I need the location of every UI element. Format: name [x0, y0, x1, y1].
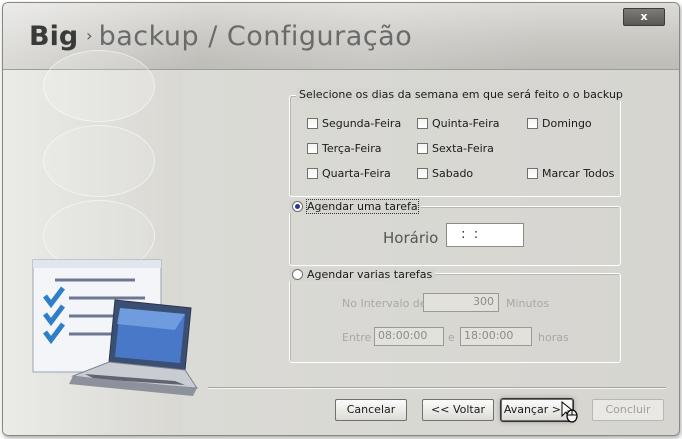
- radio-label: Agendar varias tarefas: [307, 268, 433, 281]
- radio-multi-task[interactable]: Agendar varias tarefas: [289, 268, 436, 281]
- mouse-pointer-icon: [561, 401, 578, 423]
- checkbox-segunda[interactable]: Segunda-Feira: [307, 117, 401, 130]
- radio-button: [292, 269, 303, 280]
- cancel-button[interactable]: Cancelar: [335, 399, 407, 421]
- title-section: backup / Configuração: [98, 21, 413, 52]
- radio-button: [292, 201, 303, 212]
- hours-unit: horas: [538, 331, 569, 344]
- back-button[interactable]: << Voltar: [422, 399, 494, 421]
- checkbox-quarta[interactable]: Quarta-Feira: [307, 167, 391, 180]
- checkbox-box: [417, 168, 428, 179]
- close-button[interactable]: x: [623, 8, 665, 26]
- checkbox-label: Marcar Todos: [542, 167, 615, 180]
- checkbox-box: [307, 118, 318, 129]
- checkbox-label: Sexta-Feira: [432, 142, 494, 155]
- time-label: Horário: [383, 229, 439, 247]
- and-label: e: [448, 331, 455, 344]
- footer-separator: [208, 387, 666, 389]
- checkbox-label: Domingo: [542, 117, 592, 130]
- checkbox-box: [307, 143, 318, 154]
- checkbox-quinta[interactable]: Quinta-Feira: [417, 117, 500, 130]
- checkbox-box: [417, 118, 428, 129]
- finish-button[interactable]: Concluir: [592, 399, 664, 421]
- config-window: Big › backup / Configuração x Selecione os…: [2, 2, 680, 436]
- between-label: Entre: [342, 331, 372, 344]
- multi-task-group: [289, 273, 621, 363]
- checkbox-box: [527, 168, 538, 179]
- checkbox-marcar-todos[interactable]: Marcar Todos: [527, 167, 614, 180]
- checkbox-box: [307, 168, 318, 179]
- checkbox-terca[interactable]: Terça-Feira: [307, 142, 381, 155]
- window-title: Big › backup / Configuração: [29, 21, 412, 52]
- cylinder-decoration: [43, 50, 155, 122]
- checkbox-sabado[interactable]: Sabado: [417, 167, 473, 180]
- checkbox-label: Quarta-Feira: [322, 167, 391, 180]
- app-name: Big: [29, 21, 79, 52]
- checkbox-box: [417, 143, 428, 154]
- cylinder-decoration: [43, 125, 155, 197]
- end-time-input[interactable]: 18:00:00: [460, 327, 532, 346]
- left-decoration: [3, 50, 198, 435]
- checkbox-label: Segunda-Feira: [322, 117, 402, 130]
- title-separator: ›: [86, 26, 93, 45]
- checkbox-label: Quinta-Feira: [432, 117, 500, 130]
- interval-label: No Intervalo de: [342, 297, 427, 310]
- close-icon: x: [640, 10, 648, 23]
- checkbox-label: Terça-Feira: [322, 142, 382, 155]
- radio-label: Agendar uma tarefa: [306, 199, 419, 214]
- checkbox-label: Sabado: [432, 167, 474, 180]
- time-input[interactable]: : :: [446, 223, 524, 247]
- interval-unit: Minutos: [506, 297, 550, 310]
- days-legend: Selecione os dias da semana em que será …: [296, 88, 626, 101]
- checkbox-domingo[interactable]: Domingo: [527, 117, 592, 130]
- start-time-input[interactable]: 08:00:00: [374, 327, 444, 346]
- checklist-laptop-illustration: [32, 259, 198, 396]
- interval-input[interactable]: 300: [423, 293, 499, 312]
- checkbox-box: [527, 118, 538, 129]
- checkbox-sexta[interactable]: Sexta-Feira: [417, 142, 494, 155]
- radio-single-task[interactable]: Agendar uma tarefa: [289, 199, 421, 214]
